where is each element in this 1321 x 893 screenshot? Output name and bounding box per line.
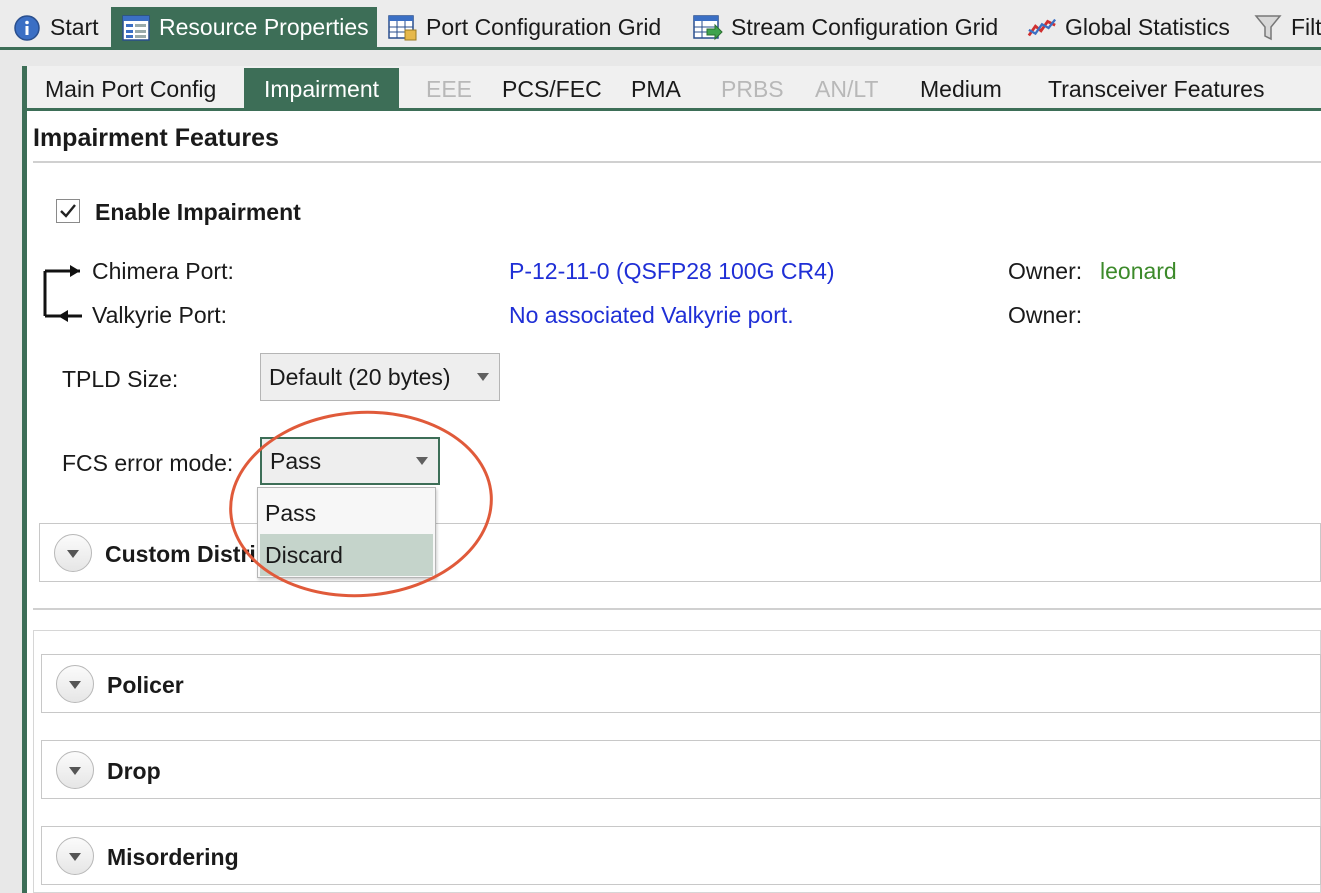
tab-filters[interactable]: Filt <box>1253 7 1321 48</box>
drop-panel[interactable]: Drop <box>41 740 1321 799</box>
tab-global-statistics[interactable]: Global Statistics <box>1027 7 1230 48</box>
panel-title: Misordering <box>107 844 239 870</box>
tab-label: Start <box>50 14 99 40</box>
dropdown-option-pass[interactable]: Pass <box>260 492 433 534</box>
subtab-label: Medium <box>920 75 1002 102</box>
custom-distributions-panel[interactable]: Custom Distri <box>39 523 1321 582</box>
subtab-pma[interactable]: PMA <box>631 68 681 110</box>
tab-label: Stream Configuration Grid <box>731 14 999 40</box>
valkyrie-owner-label: Owner: <box>1008 302 1083 328</box>
tab-label: Global Statistics <box>1065 14 1230 40</box>
subtab-label: Transceiver Features <box>1048 75 1265 102</box>
subtab-eee[interactable]: EEE <box>426 68 472 110</box>
subtab-main-port-config[interactable]: Main Port Config <box>45 68 216 110</box>
section-title: Impairment Features <box>33 124 279 152</box>
dropdown-option-discard[interactable]: Discard <box>260 534 433 576</box>
subtab-pcs-fec[interactable]: PCS/FEC <box>502 68 602 110</box>
fcs-error-mode-dropdown: Pass Discard <box>257 487 436 578</box>
chimera-port-link[interactable]: P-12-11-0 (QSFP28 100G CR4) <box>509 258 835 285</box>
filter-icon <box>1253 13 1283 43</box>
expand-button[interactable] <box>56 751 94 789</box>
sub-tab-underline <box>27 108 1321 111</box>
tpld-size-select[interactable]: Default (20 bytes) <box>260 353 500 401</box>
tpld-size-label: TPLD Size: <box>62 366 179 392</box>
fcs-error-mode-value: Pass <box>270 447 322 474</box>
tab-stream-configuration-grid[interactable]: Stream Configuration Grid <box>693 7 998 48</box>
expand-icon <box>67 550 79 558</box>
valkyrie-port-label: Valkyrie Port: <box>92 302 228 328</box>
subtab-prbs[interactable]: PRBS <box>721 68 784 110</box>
subtab-label: PMA <box>631 75 681 102</box>
tab-label: Port Configuration Grid <box>426 14 662 40</box>
port-link-icon <box>43 265 82 322</box>
expand-button[interactable] <box>54 534 92 572</box>
frame-accent-line <box>22 66 27 893</box>
subtab-label: EEE <box>426 75 473 102</box>
checkmark-icon <box>60 204 76 218</box>
subtab-medium[interactable]: Medium <box>920 68 1002 110</box>
subtab-label: PCS/FEC <box>502 75 602 102</box>
tab-start[interactable]: Start <box>12 7 99 48</box>
enable-impairment-checkbox[interactable] <box>56 199 80 223</box>
panel-title: Drop <box>107 758 161 784</box>
subtab-transceiver-features[interactable]: Transceiver Features <box>1048 68 1264 110</box>
policer-panel[interactable]: Policer <box>41 654 1321 713</box>
chevron-down-icon <box>477 373 489 381</box>
grid-icon <box>388 13 418 43</box>
subtab-label: Impairment <box>264 75 380 102</box>
chimera-owner-value: leonard <box>1100 258 1177 284</box>
panel-title: Custom Distri <box>105 541 256 567</box>
valkyrie-port-link[interactable]: No associated Valkyrie port. <box>509 302 794 329</box>
expand-button[interactable] <box>56 665 94 703</box>
chimera-owner-label: Owner: <box>1008 258 1083 284</box>
expand-button[interactable] <box>56 837 94 875</box>
tab-port-configuration-grid[interactable]: Port Configuration Grid <box>388 7 661 48</box>
subtab-an-lt[interactable]: AN/LT <box>815 68 878 110</box>
fcs-error-mode-select[interactable]: Pass <box>260 437 440 485</box>
subtab-label: PRBS <box>721 75 784 102</box>
chevron-down-icon <box>416 457 428 465</box>
subtab-label: AN/LT <box>815 75 879 102</box>
misordering-panel[interactable]: Misordering <box>41 826 1321 885</box>
stream-grid-icon <box>693 13 723 43</box>
tab-label: Resource Properties <box>159 14 369 40</box>
statistics-icon <box>1027 13 1057 43</box>
tab-label: Filt <box>1291 14 1321 40</box>
info-icon <box>12 13 42 43</box>
subtab-label: Main Port Config <box>45 75 217 102</box>
expand-icon <box>69 681 81 689</box>
section-divider <box>33 161 1321 163</box>
chimera-port-label: Chimera Port: <box>92 258 234 284</box>
subtab-impairment[interactable]: Impairment <box>244 68 400 110</box>
properties-icon <box>121 13 151 43</box>
expand-icon <box>69 767 81 775</box>
tpld-size-value: Default (20 bytes) <box>269 363 451 390</box>
expand-icon <box>69 853 81 861</box>
panel-title: Policer <box>107 672 184 698</box>
divider <box>33 608 1321 610</box>
enable-impairment-label: Enable Impairment <box>95 199 301 225</box>
fcs-error-mode-label: FCS error mode: <box>62 450 234 476</box>
tab-resource-properties[interactable]: Resource Properties <box>111 7 377 48</box>
